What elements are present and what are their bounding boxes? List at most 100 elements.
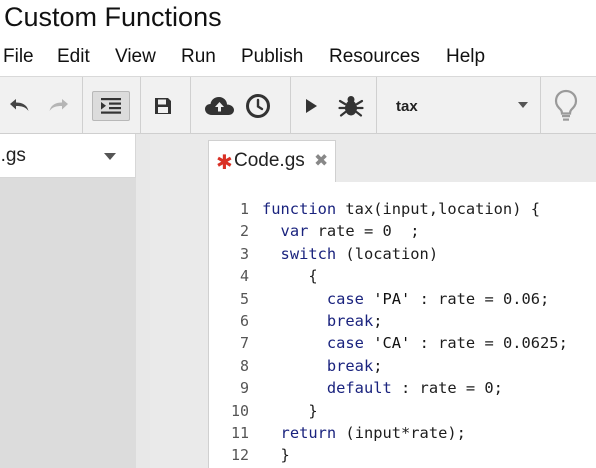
debug-button[interactable] (334, 91, 368, 121)
menu-resources[interactable]: Resources (329, 46, 420, 68)
run-button[interactable] (298, 91, 324, 121)
code-line[interactable]: 11 return (input*rate); (209, 422, 596, 444)
tab-label: Code.gs (234, 150, 305, 171)
file-sidebar: e.gs (0, 134, 150, 468)
line-number: 7 (239, 334, 249, 353)
code-line[interactable]: 7 case 'CA' : rate = 0.0625; (209, 332, 596, 354)
code-token: ; (373, 312, 383, 330)
code-line[interactable]: 4 { (209, 265, 596, 287)
toolbar: tax (0, 76, 596, 135)
undo-icon (10, 99, 29, 111)
toolbar-divider (540, 77, 541, 135)
code-token: } (262, 401, 318, 420)
toolbar-divider (140, 77, 141, 135)
close-icon[interactable]: ✖ (314, 151, 328, 171)
line-number: 3 (239, 244, 249, 263)
code-text: default : rate = 0; (262, 377, 503, 399)
code-line[interactable]: 6 break; (209, 310, 596, 332)
save-button[interactable] (148, 91, 178, 121)
redo-button[interactable] (44, 91, 74, 121)
code-line[interactable]: 8 break; (209, 355, 596, 377)
code-line[interactable]: 10 } (209, 400, 596, 422)
redo-icon (49, 99, 68, 111)
line-number: 10 (230, 401, 249, 420)
deploy-button[interactable] (202, 91, 238, 121)
menu-view[interactable]: View (115, 46, 156, 68)
project-title[interactable]: Custom Functions (4, 2, 222, 33)
menu-publish[interactable]: Publish (241, 46, 303, 68)
code-line[interactable]: 2 var rate = 0 ; (209, 220, 596, 242)
code-line[interactable]: 9 default : rate = 0; (209, 377, 596, 399)
line-number: 9 (239, 379, 249, 398)
undo-button[interactable] (4, 91, 34, 121)
toolbar-divider (376, 77, 377, 135)
code-keyword: function (262, 200, 337, 218)
code-text: function tax(input,location) { (262, 198, 540, 220)
menu-edit[interactable]: Edit (57, 46, 90, 68)
code-text: return (input*rate); (262, 422, 466, 444)
unsaved-marker: ✱ (216, 152, 233, 174)
code-line[interactable]: 1 function tax(input,location) { (209, 198, 596, 220)
menu-file[interactable]: File (3, 46, 34, 68)
cloud-upload-icon (205, 97, 234, 115)
code-token: : rate = 0.0625; (410, 334, 568, 353)
tips-button[interactable] (550, 87, 582, 125)
triggers-button[interactable] (242, 91, 274, 121)
line-number: 8 (239, 356, 249, 375)
indent-button[interactable] (92, 91, 130, 121)
code-text: break; (262, 310, 383, 332)
code-keyword: var (280, 222, 309, 241)
line-number: 11 (230, 424, 249, 442)
toolbar-divider (290, 77, 291, 135)
code-keyword: default (326, 379, 392, 398)
code-token: : rate = 0; (391, 379, 503, 398)
toolbar-divider (82, 77, 83, 135)
run-icon (306, 99, 317, 113)
chevron-down-icon[interactable] (104, 153, 116, 160)
code-line[interactable]: 12 } (209, 444, 596, 466)
code-text: case 'PA' : rate = 0.06; (262, 288, 549, 310)
file-name: e.gs (0, 145, 26, 166)
lightbulb-icon (554, 89, 578, 121)
code-token: : rate = 0.06; (410, 289, 550, 308)
code-text: switch (location) (262, 243, 439, 265)
code-keyword: break (326, 356, 374, 375)
editor-area: ✱ Code.gs ✖ 1 function tax(input,location… (150, 134, 596, 468)
debug-bug-icon (338, 96, 364, 117)
code-text: case 'CA' : rate = 0.0625; (262, 332, 568, 354)
code-text: break; (262, 355, 383, 377)
sidebar-resize-handle[interactable] (136, 134, 150, 468)
line-number: 4 (239, 267, 249, 286)
file-item[interactable]: e.gs (0, 134, 136, 178)
menu-bar: File Edit View Run Publish Resources Hel… (0, 40, 596, 76)
code-line[interactable]: 5 case 'PA' : rate = 0.06; (209, 288, 596, 310)
line-number: 6 (239, 312, 249, 330)
code-token: (location) (336, 244, 439, 263)
code-text: { (262, 265, 317, 287)
function-select[interactable]: tax (384, 91, 534, 121)
menu-run[interactable]: Run (181, 46, 216, 68)
code-keyword: case (326, 334, 364, 353)
code-keyword: case (326, 289, 364, 308)
line-number: 2 (239, 222, 249, 241)
code-keyword: break (326, 312, 374, 330)
line-number: 5 (239, 289, 249, 308)
code-text: } (262, 444, 290, 466)
code-token: rate = 0 ; (308, 222, 420, 241)
code-line[interactable]: 3 switch (location) (209, 243, 596, 265)
menu-help[interactable]: Help (446, 46, 485, 68)
code-keyword: return (280, 424, 337, 442)
tab-code-gs[interactable]: ✱ Code.gs ✖ (208, 140, 336, 182)
code-editor[interactable]: 1 function tax(input,location) {2 var rat… (208, 182, 596, 468)
line-number: 1 (239, 200, 249, 218)
code-string: 'PA' (373, 289, 411, 308)
